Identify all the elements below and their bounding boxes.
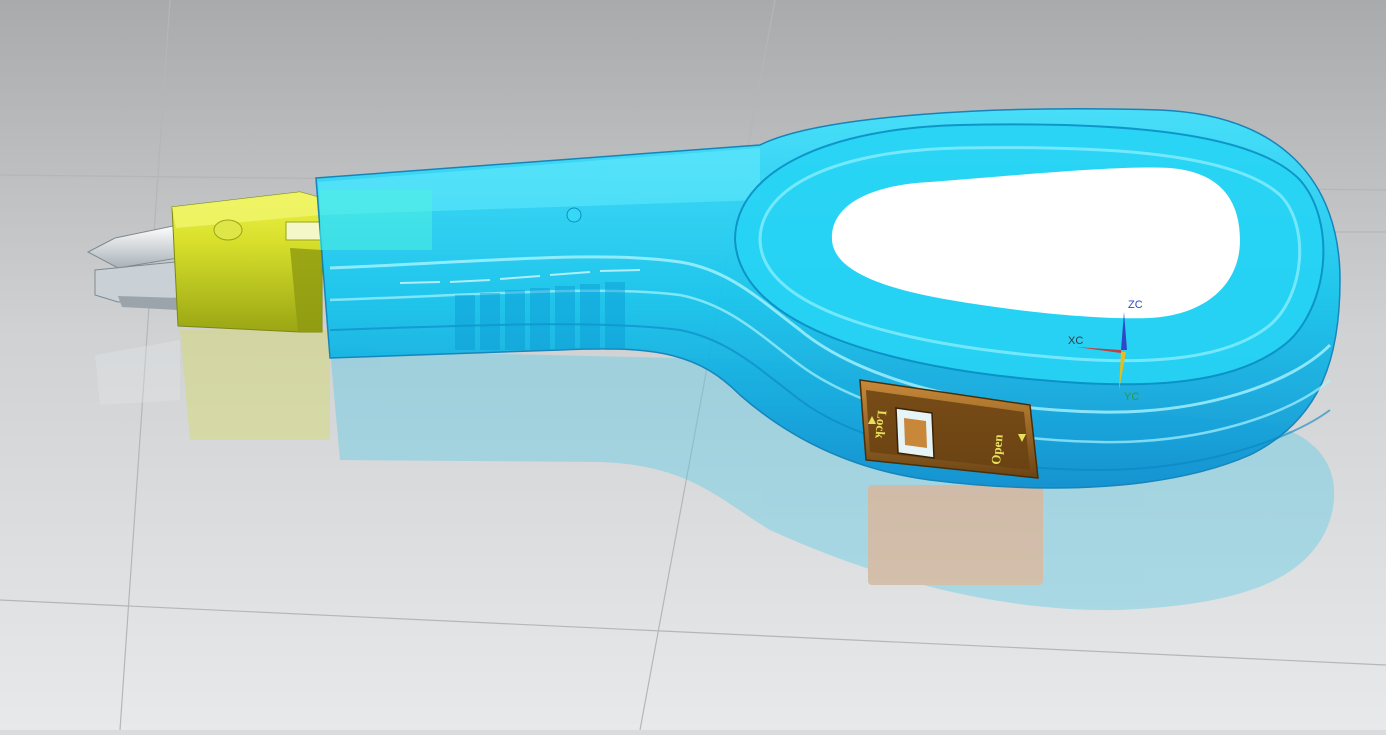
viewport-canvas[interactable]: Lock Open ZC XC YC bbox=[0, 0, 1386, 731]
lock-label: Lock bbox=[872, 410, 889, 440]
y-axis-label: YC bbox=[1124, 391, 1139, 403]
x-axis-label: XC bbox=[1068, 335, 1083, 347]
3d-viewport[interactable]: Lock Open ZC XC YC bbox=[0, 0, 1386, 731]
z-axis-label: ZC bbox=[1128, 299, 1143, 311]
open-label: Open bbox=[988, 433, 1006, 465]
cutter-head bbox=[171, 191, 323, 333]
